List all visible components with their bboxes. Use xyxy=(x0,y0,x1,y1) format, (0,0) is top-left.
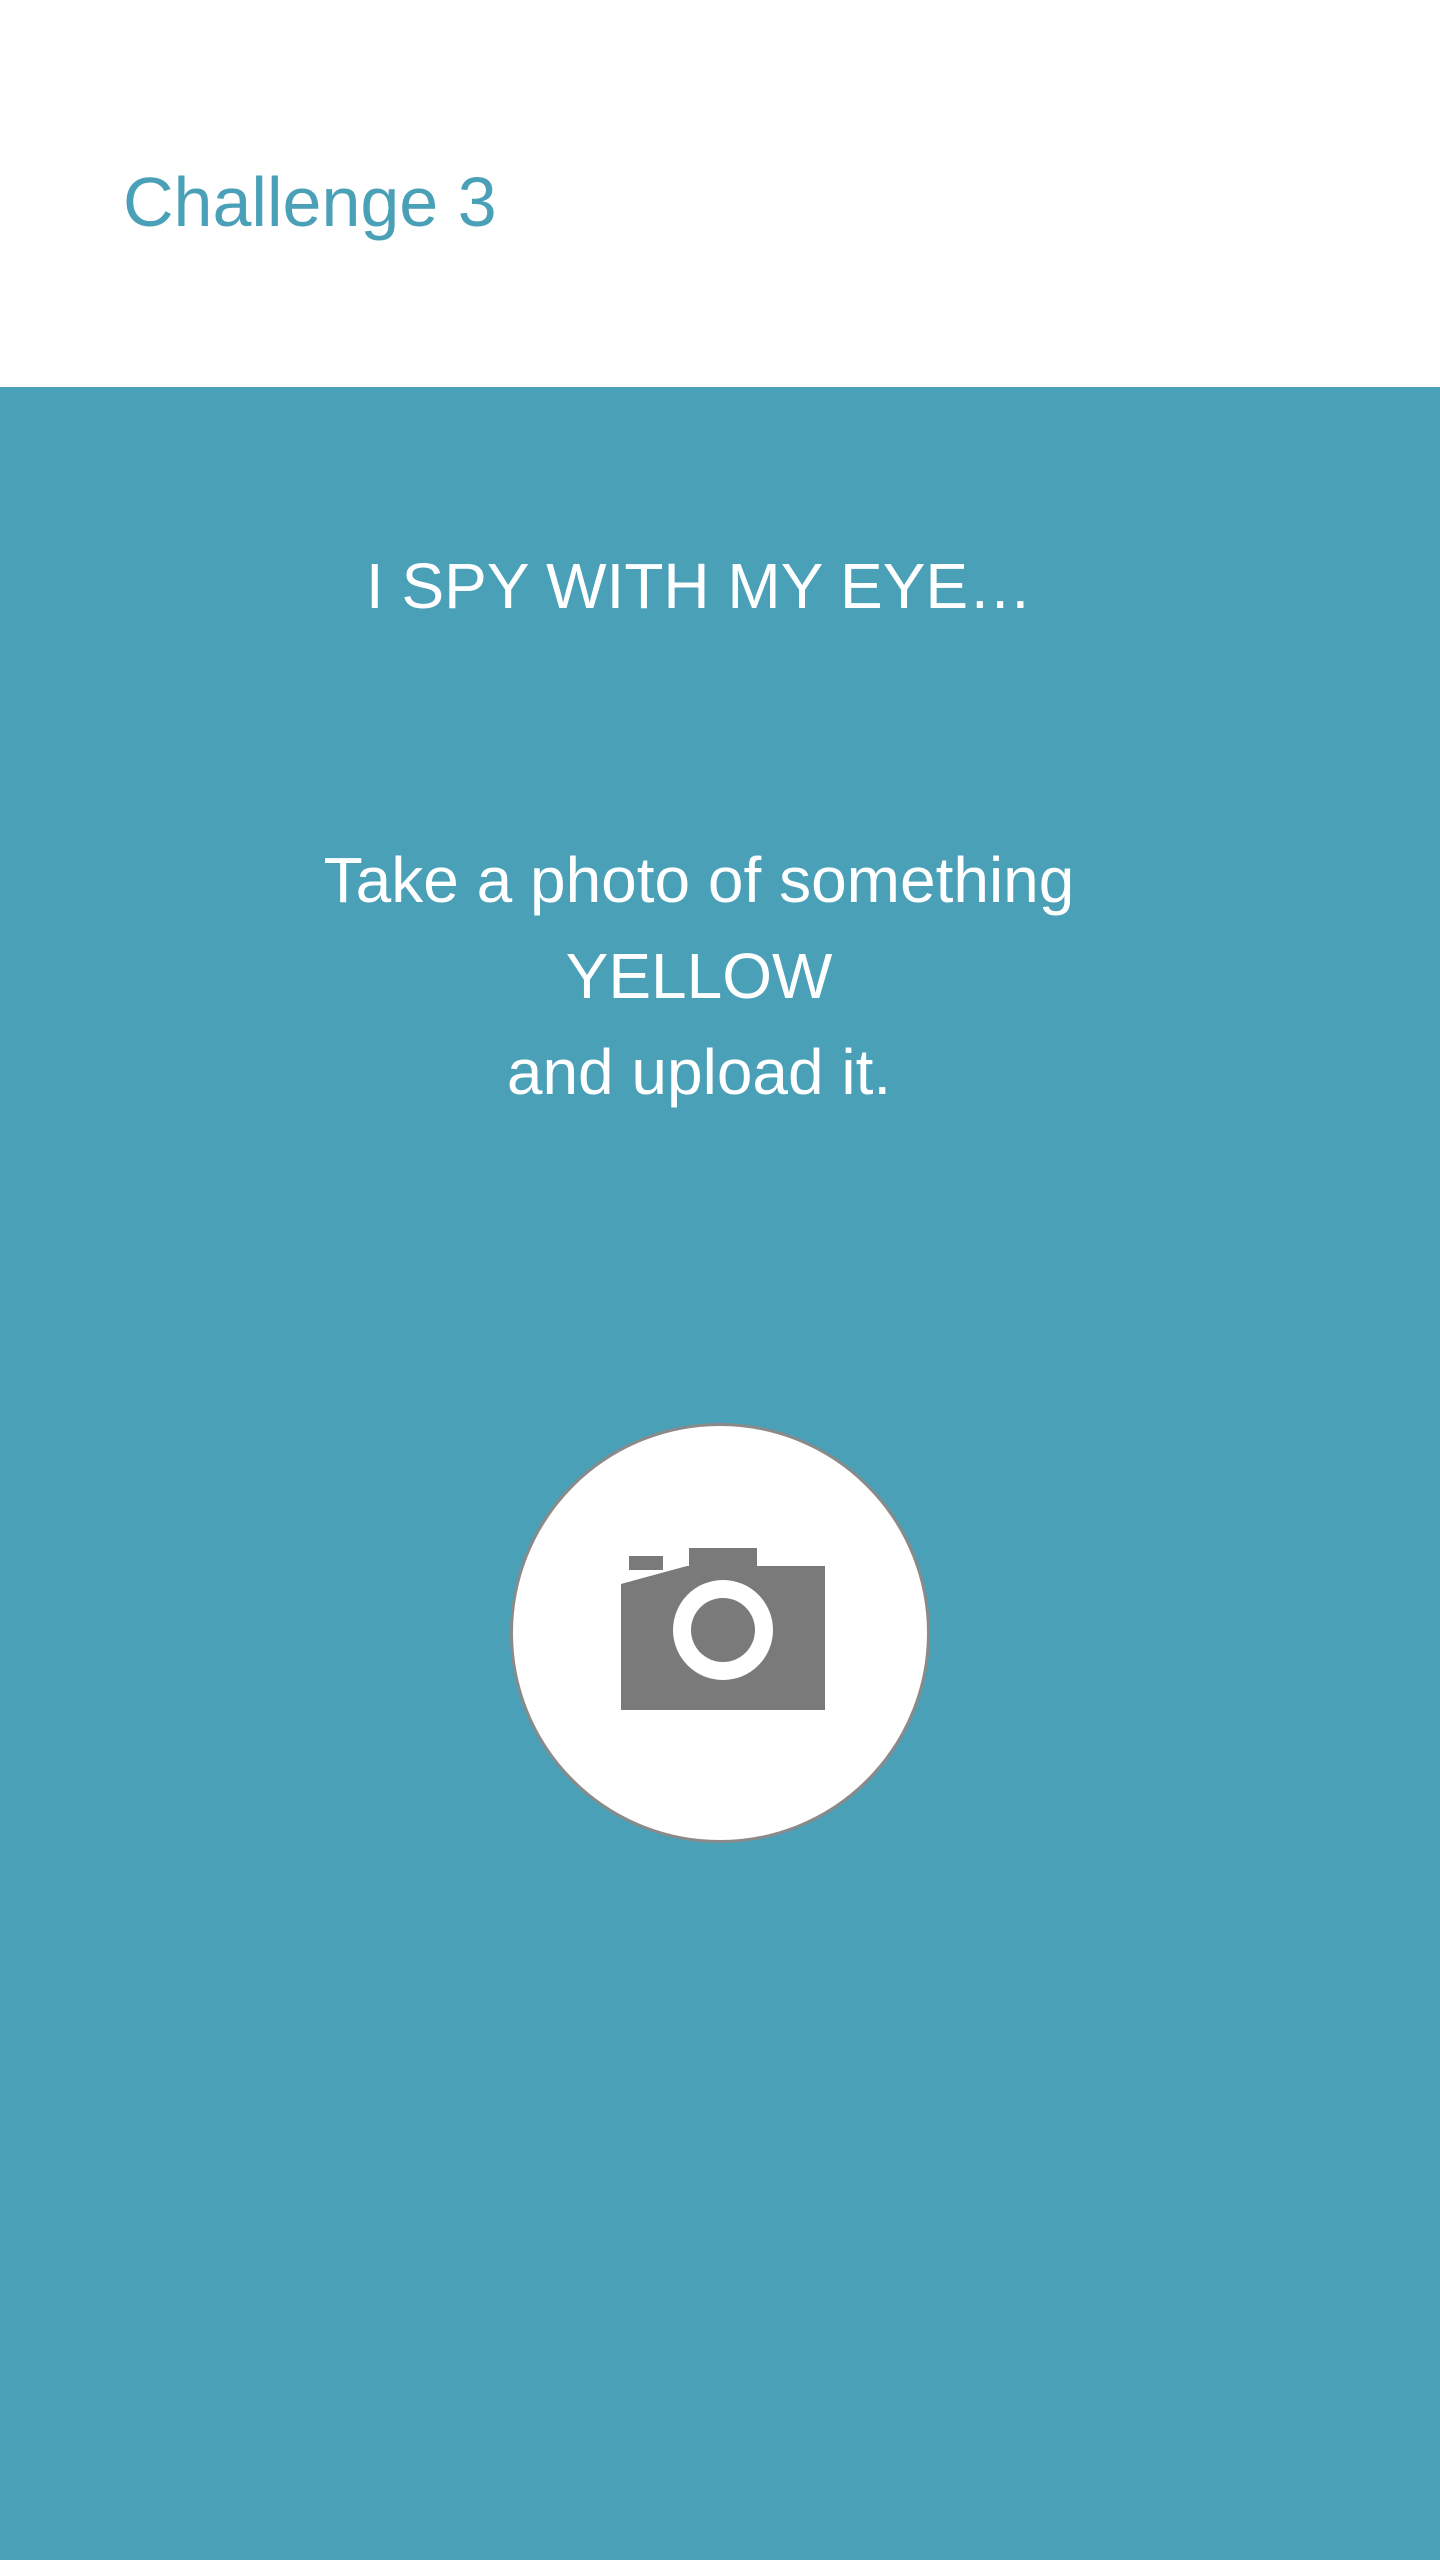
challenge-panel: I SPY WITH MY EYE… Take a photo of somet… xyxy=(0,387,1440,2560)
instruction-line-color: YELLOW xyxy=(565,940,833,1012)
instruction-line-1: Take a photo of something xyxy=(323,844,1075,916)
challenge-screen: Challenge 3 I SPY WITH MY EYE… Take a ph… xyxy=(0,0,1440,2560)
upload-photo-button[interactable] xyxy=(510,1423,930,1843)
challenge-heading: I SPY WITH MY EYE… xyxy=(365,550,1033,622)
challenge-instructions: Take a photo of something YELLOW and upl… xyxy=(0,832,1398,1120)
camera-icon xyxy=(621,1548,825,1710)
header-bar: Challenge 3 xyxy=(0,0,1440,387)
instruction-line-3: and upload it. xyxy=(506,1036,892,1108)
page-title: Challenge 3 xyxy=(123,163,497,241)
